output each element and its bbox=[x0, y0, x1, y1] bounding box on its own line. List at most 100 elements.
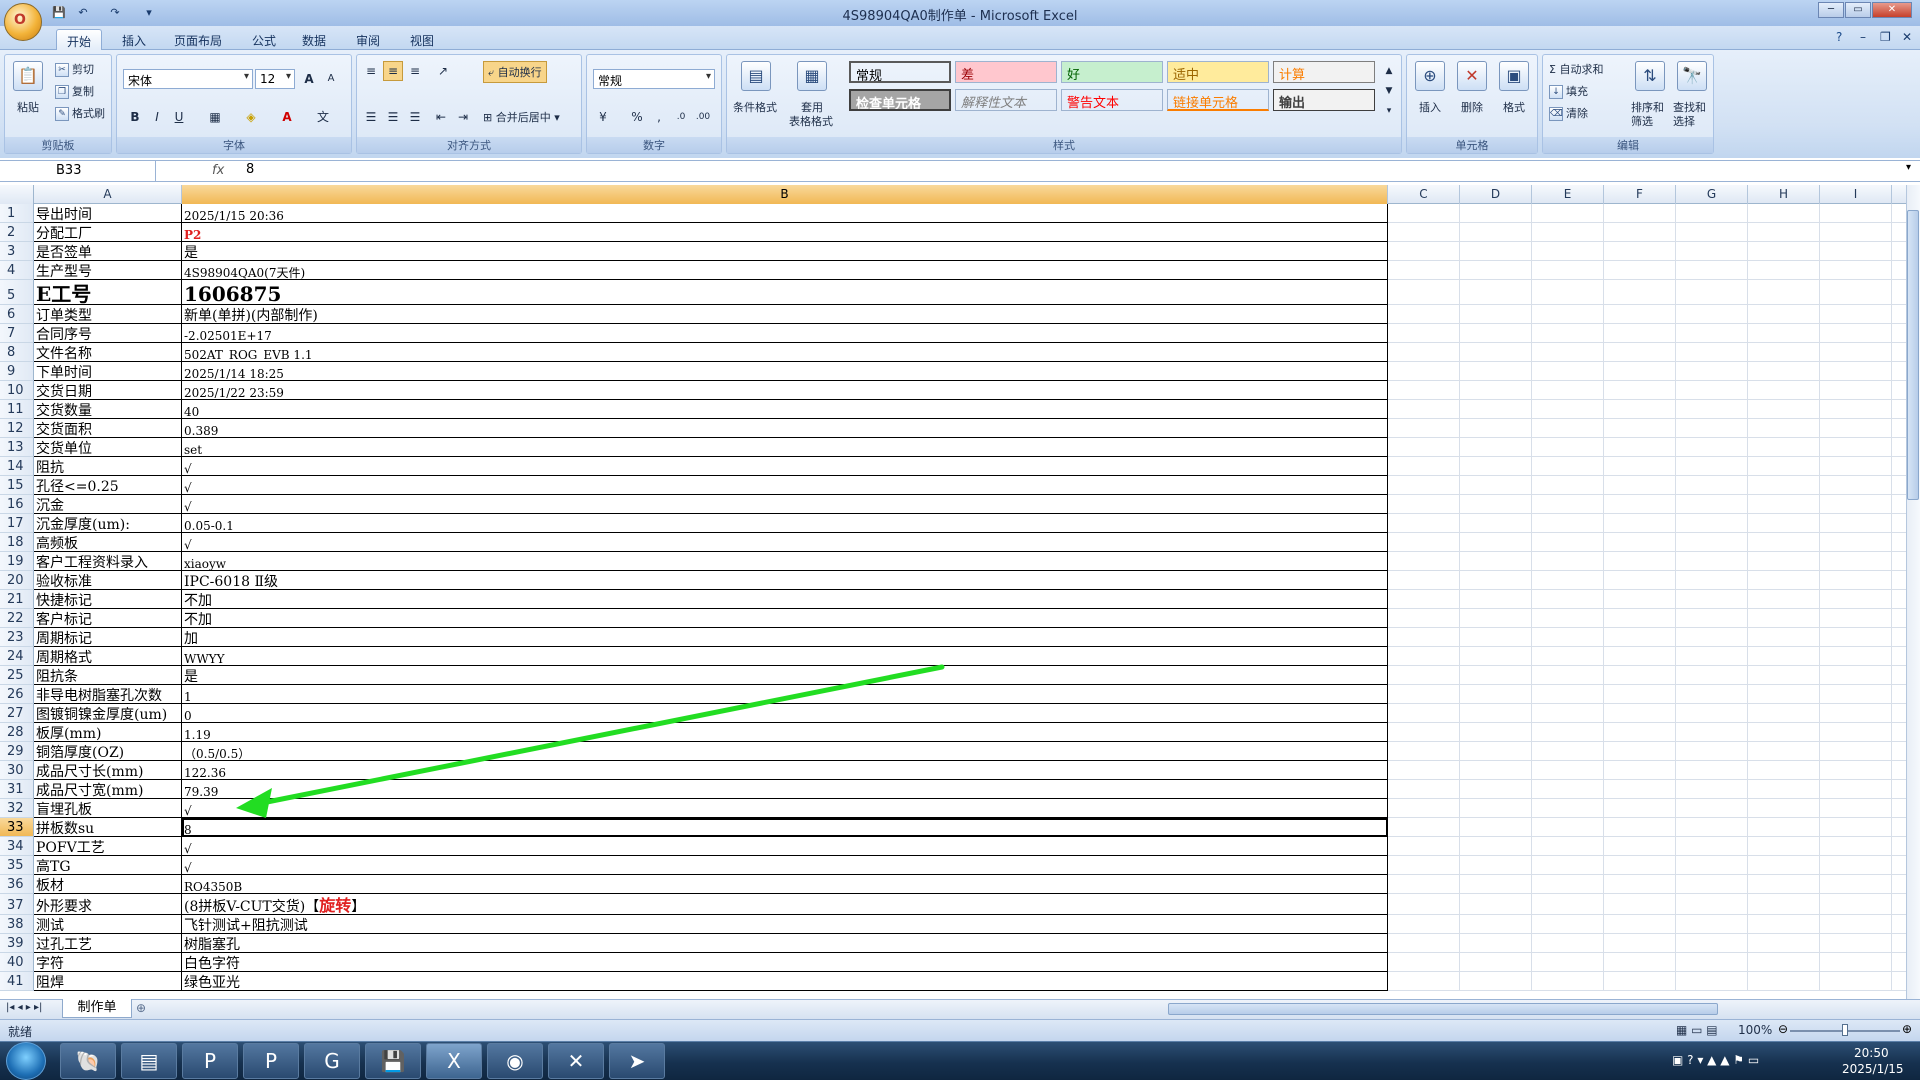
italic-button[interactable]: I bbox=[147, 107, 167, 127]
cell-b[interactable]: 1 bbox=[182, 685, 1388, 704]
row-header[interactable]: 38 bbox=[0, 915, 34, 934]
cell-a[interactable]: 高频板 bbox=[34, 533, 182, 552]
align-left-icon[interactable]: ☰ bbox=[361, 107, 381, 127]
cell-b[interactable]: WWYY bbox=[182, 647, 1388, 666]
cell-b[interactable]: 加 bbox=[182, 628, 1388, 647]
row-header[interactable]: 40 bbox=[0, 953, 34, 972]
grow-font-button[interactable]: A bbox=[299, 69, 319, 89]
column-header-h[interactable]: H bbox=[1748, 185, 1820, 204]
style-linked-cell[interactable]: 链接单元格 bbox=[1167, 89, 1269, 111]
style-calculation[interactable]: 计算 bbox=[1273, 61, 1375, 83]
row-header[interactable]: 24 bbox=[0, 647, 34, 666]
cell-a[interactable]: 交货数量 bbox=[34, 400, 182, 419]
cell-b[interactable]: 4S98904QA0(7天件) bbox=[182, 261, 1388, 280]
cell-a[interactable]: 客户标记 bbox=[34, 609, 182, 628]
cell-a[interactable]: 生产型号 bbox=[34, 261, 182, 280]
cell-b[interactable]: 飞针测试+阻抗测试 bbox=[182, 915, 1388, 934]
g-app-icon[interactable]: G bbox=[304, 1043, 360, 1079]
cell-b[interactable]: 树脂塞孔 bbox=[182, 934, 1388, 953]
insert-cells-button[interactable]: 插入 bbox=[1419, 99, 1441, 115]
insert-cells-icon[interactable]: ⊕ bbox=[1415, 61, 1445, 91]
cell-a[interactable]: 订单类型 bbox=[34, 305, 182, 324]
font-color-icon[interactable]: A bbox=[277, 107, 297, 127]
tab-view[interactable]: 视图 bbox=[400, 29, 444, 50]
cell-b[interactable]: 不加 bbox=[182, 609, 1388, 628]
delete-cells-icon[interactable]: ✕ bbox=[1457, 61, 1487, 91]
tab-review[interactable]: 审阅 bbox=[346, 29, 390, 50]
style-bad[interactable]: 差 bbox=[955, 61, 1057, 83]
help-icon[interactable]: ? bbox=[1836, 30, 1842, 44]
clear-button[interactable]: ⌫ 清除 bbox=[1549, 105, 1588, 121]
horizontal-scroll-thumb[interactable] bbox=[1168, 1003, 1718, 1015]
cell-b[interactable]: √ bbox=[182, 856, 1388, 875]
cell-a[interactable]: 周期格式 bbox=[34, 647, 182, 666]
zoom-level[interactable]: 100% bbox=[1738, 1023, 1772, 1037]
cell-b[interactable]: 白色字符 bbox=[182, 953, 1388, 972]
cell-b[interactable]: √ bbox=[182, 533, 1388, 552]
excel-app-icon[interactable]: X bbox=[426, 1043, 482, 1079]
customize-qat-icon[interactable]: ▾ bbox=[140, 4, 158, 21]
underline-button[interactable]: U bbox=[169, 107, 189, 127]
decrease-indent-icon[interactable]: ⇤ bbox=[431, 107, 451, 127]
row-header[interactable]: 2 bbox=[0, 223, 34, 242]
pads-router-icon[interactable]: P bbox=[243, 1043, 299, 1079]
cell-a[interactable]: 交货日期 bbox=[34, 381, 182, 400]
cell-b[interactable]: 1606875 bbox=[182, 280, 1388, 305]
cell-a[interactable]: 是否签单 bbox=[34, 242, 182, 261]
align-top-icon[interactable]: ≡ bbox=[361, 61, 381, 81]
tab-home[interactable]: 开始 bbox=[56, 29, 103, 50]
row-header[interactable]: 32 bbox=[0, 799, 34, 818]
table-format-icon[interactable]: ▦ bbox=[797, 61, 827, 91]
cell-b[interactable]: 2025/1/14 18:25 bbox=[182, 362, 1388, 381]
style-neutral[interactable]: 适中 bbox=[1167, 61, 1269, 83]
cell-a[interactable]: 导出时间 bbox=[34, 204, 182, 223]
table-format-button-line2[interactable]: 表格格式 bbox=[789, 113, 833, 129]
tab-insert[interactable]: 插入 bbox=[112, 29, 156, 50]
insert-sheet-icon[interactable]: ⊕ bbox=[136, 1001, 146, 1015]
view-mode-icons[interactable]: ▦ ▭ ▤ bbox=[1676, 1023, 1718, 1037]
zoom-out-icon[interactable]: ⊖ bbox=[1778, 1022, 1788, 1036]
cell-b[interactable]: 2025/1/15 20:36 bbox=[182, 204, 1388, 223]
cell-b[interactable]: P2 bbox=[182, 223, 1388, 242]
zoom-in-icon[interactable]: ⊕ bbox=[1902, 1022, 1912, 1036]
align-bottom-icon[interactable]: ≡ bbox=[405, 61, 425, 81]
notepad-app-icon[interactable]: ▤ bbox=[121, 1043, 177, 1079]
cut-button[interactable]: ✂ 剪切 bbox=[55, 61, 94, 77]
row-header[interactable]: 29 bbox=[0, 742, 34, 761]
cell-b[interactable]: 79.39 bbox=[182, 780, 1388, 799]
cell-b[interactable]: 122.36 bbox=[182, 761, 1388, 780]
workbook-close-icon[interactable]: ✕ bbox=[1902, 30, 1912, 44]
cell-a[interactable]: 文件名称 bbox=[34, 343, 182, 362]
sort-filter-button-line2[interactable]: 筛选 bbox=[1631, 113, 1653, 129]
row-header[interactable]: 37 bbox=[0, 894, 34, 915]
copy-button[interactable]: ❐ 复制 bbox=[55, 83, 94, 99]
cell-a[interactable]: 铜箔厚度(OZ) bbox=[34, 742, 182, 761]
row-header[interactable]: 15 bbox=[0, 476, 34, 495]
font-name-select[interactable]: 宋体 bbox=[123, 69, 253, 89]
row-header[interactable]: 35 bbox=[0, 856, 34, 875]
cell-a[interactable]: 阻抗 bbox=[34, 457, 182, 476]
row-header[interactable]: 36 bbox=[0, 875, 34, 894]
cell-a[interactable]: 成品尺寸宽(mm) bbox=[34, 780, 182, 799]
cell-a[interactable]: 非导电树脂塞孔次数 bbox=[34, 685, 182, 704]
cell-b[interactable]: xiaoyw bbox=[182, 552, 1388, 571]
cell-b[interactable]: -2.02501E+17 bbox=[182, 324, 1388, 343]
cell-a[interactable]: 测试 bbox=[34, 915, 182, 934]
row-header[interactable]: 1 bbox=[0, 204, 34, 223]
cell-b[interactable]: RO4350B bbox=[182, 875, 1388, 894]
orientation-icon[interactable]: ↗ bbox=[433, 61, 453, 81]
row-header[interactable]: 3 bbox=[0, 242, 34, 261]
office-button[interactable]: O bbox=[4, 3, 42, 41]
cell-b[interactable]: 40 bbox=[182, 400, 1388, 419]
zoom-slider-knob[interactable] bbox=[1842, 1024, 1848, 1036]
tab-formulas[interactable]: 公式 bbox=[242, 29, 286, 50]
row-header[interactable]: 34 bbox=[0, 837, 34, 856]
align-right-icon[interactable]: ☰ bbox=[405, 107, 425, 127]
worksheet-grid[interactable]: A B C D E F G H I 1 导出时间 2025/1/15 20:36 2 分… bbox=[0, 185, 1906, 999]
font-size-select[interactable]: 12 bbox=[255, 69, 295, 89]
cell-b[interactable]: IPC-6018 Ⅱ级 bbox=[182, 571, 1388, 590]
fill-color-icon[interactable]: ◈ bbox=[241, 107, 261, 127]
column-header-a[interactable]: A bbox=[34, 185, 182, 204]
find-select-button-line2[interactable]: 选择 bbox=[1673, 113, 1695, 129]
merge-center-button[interactable]: ⊞ 合并后居中 ▾ bbox=[483, 109, 560, 125]
